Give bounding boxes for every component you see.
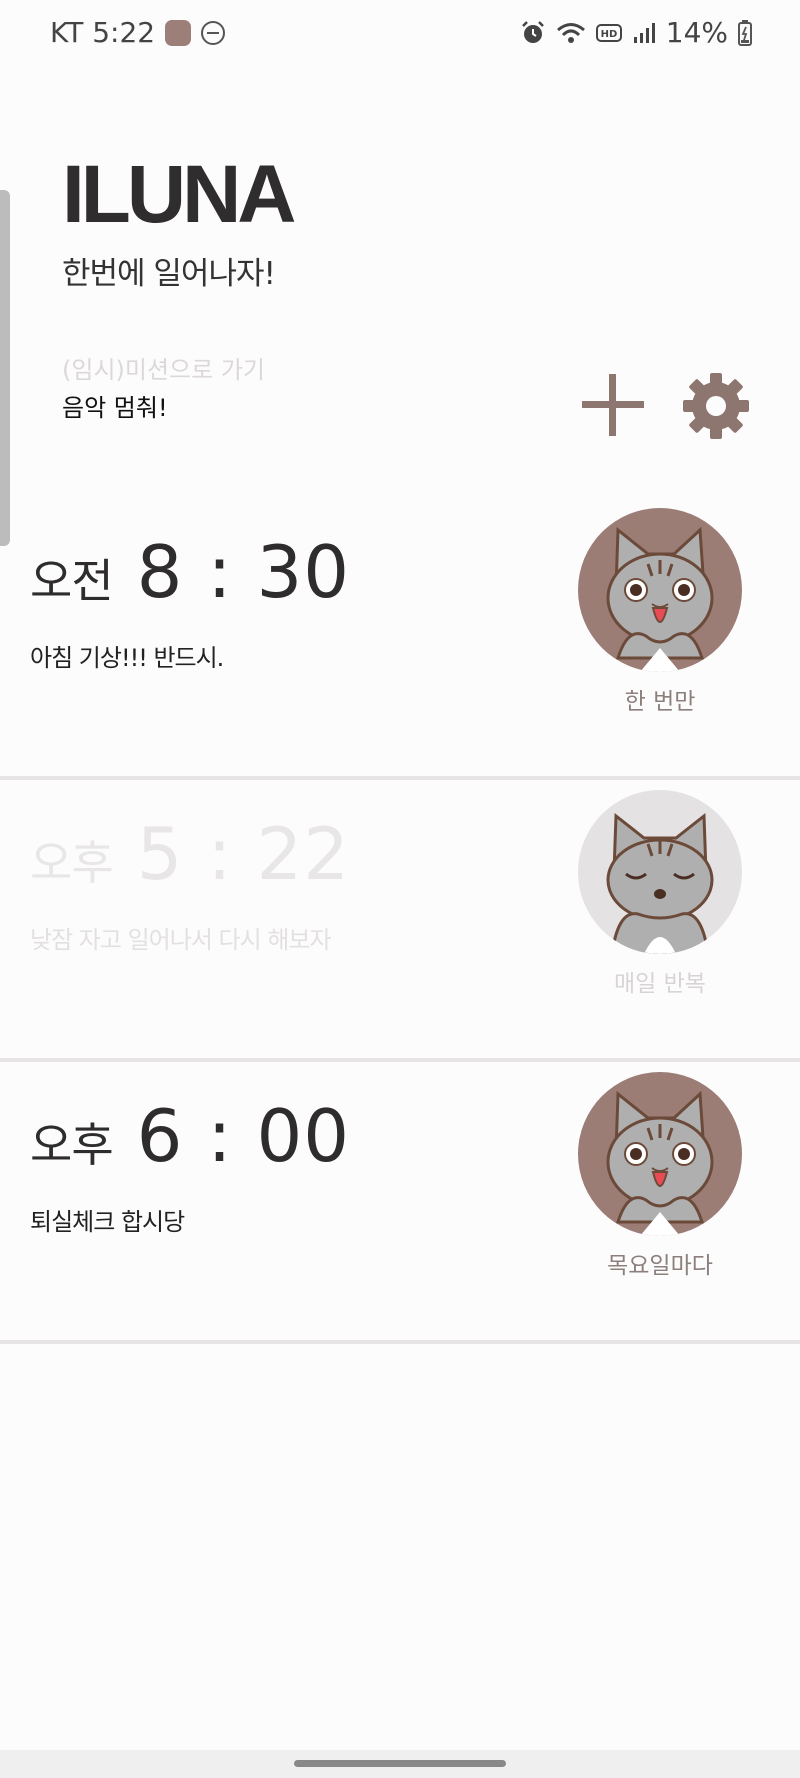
alarm-icon bbox=[521, 20, 544, 43]
cat-avatar-sleepy[interactable] bbox=[578, 790, 742, 954]
battery-percent: 14% bbox=[665, 16, 728, 49]
app-subtitle: 한번에 일어나자! bbox=[62, 256, 276, 292]
alarm-item[interactable]: 오후 6 : 00 퇴실체크 합시당 목요일마다 bbox=[0, 1064, 800, 1344]
alarm-repeat: 매일 반복 bbox=[614, 971, 706, 997]
edge-panel-handle[interactable] bbox=[0, 190, 10, 546]
settings-button[interactable] bbox=[682, 372, 750, 440]
cat-happy-icon bbox=[606, 1090, 714, 1236]
alarm-label: 아침 기상!!! 반드시. bbox=[30, 644, 224, 672]
gear-icon bbox=[683, 373, 749, 439]
divider bbox=[0, 1058, 800, 1062]
alarm-ampm: 오후 bbox=[30, 836, 114, 890]
signal-icon bbox=[633, 22, 655, 43]
alarm-repeat: 한 번만 bbox=[624, 689, 696, 715]
alarm-ampm: 오후 bbox=[30, 1118, 114, 1172]
status-bar: KT 5:22 HD 14% bbox=[0, 0, 800, 66]
navigation-bar bbox=[0, 1750, 800, 1778]
app-icon bbox=[165, 19, 192, 46]
battery-icon bbox=[738, 19, 752, 46]
status-left: KT 5:22 bbox=[50, 16, 226, 49]
stop-music-button[interactable]: 음악 멈춰! bbox=[62, 388, 168, 423]
alarm-label: 퇴실체크 합시당 bbox=[30, 1208, 185, 1236]
alarm-ampm: 오전 bbox=[30, 554, 114, 608]
alarm-label: 낮잠 자고 일어나서 다시 해보자 bbox=[30, 926, 332, 954]
alarm-item[interactable]: 오전 8 : 30 아침 기상!!! 반드시. 한 번만 bbox=[0, 500, 800, 780]
cat-avatar-happy[interactable] bbox=[578, 508, 742, 672]
wifi-icon bbox=[556, 22, 585, 43]
alarm-item[interactable]: 오후 5 : 22 낮잠 자고 일어나서 다시 해보자 매일 반복 bbox=[0, 782, 800, 1062]
alarm-time-row: 오후 6 : 00 bbox=[30, 1094, 350, 1178]
alarm-time: 6 : 00 bbox=[136, 1094, 351, 1178]
home-gesture-handle[interactable] bbox=[294, 1760, 506, 1767]
alarm-time: 5 : 22 bbox=[136, 812, 351, 896]
status-right: HD 14% bbox=[520, 16, 752, 49]
cat-happy-icon bbox=[606, 526, 714, 672]
add-alarm-button[interactable] bbox=[582, 374, 644, 436]
divider bbox=[0, 776, 800, 780]
alarm-time-row: 오후 5 : 22 bbox=[30, 812, 350, 896]
hd-icon: HD bbox=[595, 23, 622, 42]
divider bbox=[0, 1340, 800, 1344]
do-not-disturb-icon bbox=[201, 20, 226, 45]
plus-icon bbox=[582, 374, 644, 436]
app-title: ILUNA bbox=[62, 149, 297, 240]
alarm-time: 8 : 30 bbox=[136, 530, 351, 614]
cat-sleepy-icon bbox=[606, 812, 714, 954]
alarm-repeat: 목요일마다 bbox=[607, 1253, 713, 1279]
alarm-time-row: 오전 8 : 30 bbox=[30, 530, 350, 614]
svg-text:HD: HD bbox=[600, 29, 617, 40]
header: ILUNA 한번에 일어나자! bbox=[62, 149, 297, 293]
cat-avatar-happy[interactable] bbox=[578, 1072, 742, 1236]
temp-mission-link[interactable]: (임시)미션으로 가기 bbox=[62, 350, 265, 385]
carrier-time: KT 5:22 bbox=[50, 16, 156, 49]
